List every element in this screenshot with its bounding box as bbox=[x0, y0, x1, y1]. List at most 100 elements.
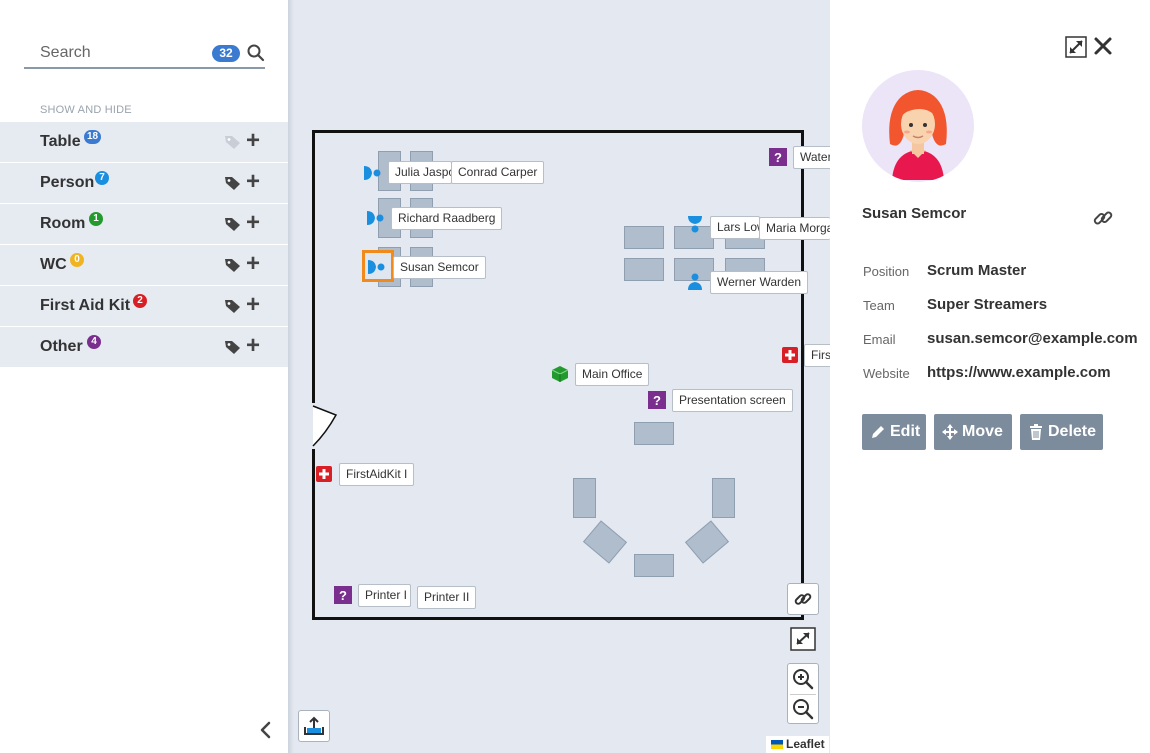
map-label[interactable]: Werner Warden bbox=[710, 271, 809, 294]
category-label: Other bbox=[40, 338, 83, 355]
info-key: Email bbox=[863, 332, 896, 347]
tags-icon[interactable] bbox=[224, 298, 242, 314]
svg-text:?: ? bbox=[339, 588, 347, 603]
category-label: Table bbox=[40, 133, 81, 150]
tags-icon[interactable] bbox=[224, 175, 242, 191]
table-shape[interactable] bbox=[634, 422, 674, 445]
info-key: Position bbox=[863, 264, 910, 279]
category-row-wc[interactable]: WC 0 + bbox=[0, 245, 288, 286]
table-shape[interactable] bbox=[712, 478, 735, 518]
zoom-control bbox=[787, 663, 819, 724]
map-label[interactable]: FirstAidKit I bbox=[339, 463, 415, 486]
move-button[interactable]: Move bbox=[934, 414, 1012, 450]
expand-icon bbox=[790, 627, 816, 651]
info-value: Scrum Master bbox=[927, 262, 1027, 279]
category-row-room[interactable]: Room 1 + bbox=[0, 204, 288, 245]
close-icon[interactable] bbox=[1091, 34, 1115, 58]
first-aid-kit-icon[interactable] bbox=[781, 346, 799, 364]
add-table-button[interactable]: + bbox=[246, 129, 264, 153]
copy-link-button[interactable] bbox=[787, 583, 819, 615]
category-row-table[interactable]: Table 18 + bbox=[0, 122, 288, 163]
website-link[interactable]: https://www.example.com bbox=[927, 364, 1111, 381]
map-label[interactable]: Julia Jaspo bbox=[388, 161, 452, 184]
add-room-button[interactable]: + bbox=[246, 211, 264, 235]
tag-icon[interactable] bbox=[224, 134, 242, 150]
map-label[interactable]: Conrad Carper bbox=[451, 161, 545, 184]
delete-button[interactable]: Delete bbox=[1020, 414, 1103, 450]
map-label[interactable]: Printer II bbox=[417, 586, 477, 609]
door-shape bbox=[312, 403, 338, 449]
search-icon[interactable] bbox=[246, 43, 266, 63]
expand-panel-icon[interactable] bbox=[1065, 36, 1087, 58]
room-cube-icon[interactable] bbox=[551, 365, 569, 383]
add-person-button[interactable]: + bbox=[246, 170, 264, 194]
info-row-team: Team Super Streamers bbox=[862, 296, 1150, 316]
leaflet-attribution[interactable]: Leaflet bbox=[766, 736, 829, 753]
category-label: Room bbox=[40, 215, 86, 232]
info-value: Super Streamers bbox=[927, 296, 1048, 313]
info-row-email: Email susan.semcor@example.com bbox=[862, 330, 1150, 350]
add-wc-button[interactable]: + bbox=[246, 252, 264, 276]
move-label: Move bbox=[962, 423, 1003, 440]
sidebar: 32 SHOW AND HIDE Table 18 + Person 7 + R… bbox=[0, 0, 288, 753]
category-label: First Aid Kit bbox=[40, 297, 131, 314]
map-label[interactable]: Water bbox=[793, 146, 830, 169]
map-label[interactable]: Richard Raadberg bbox=[391, 207, 503, 230]
trash-icon bbox=[1030, 424, 1042, 440]
add-other-button[interactable]: + bbox=[246, 334, 264, 358]
floor-map[interactable]: ? ? ? ? Julia Jaspo Conrad Carper Richar… bbox=[288, 0, 830, 753]
category-count-badge: 0 bbox=[70, 253, 84, 267]
tags-icon[interactable] bbox=[224, 216, 242, 232]
category-row-other[interactable]: Other 4 + bbox=[0, 327, 288, 368]
tags-icon[interactable] bbox=[224, 257, 242, 273]
map-label[interactable]: Lars Low bbox=[710, 216, 760, 239]
edit-button[interactable]: Edit bbox=[862, 414, 926, 450]
fullscreen-button[interactable] bbox=[787, 625, 819, 653]
table-shape[interactable] bbox=[634, 554, 674, 577]
map-label[interactable]: Susan Semcor bbox=[393, 256, 486, 279]
category-count-badge: 18 bbox=[84, 130, 102, 144]
category-row-first-aid-kit[interactable]: First Aid Kit 2 + bbox=[0, 286, 288, 327]
map-label[interactable]: Printer I bbox=[358, 584, 411, 607]
person-marker-icon[interactable] bbox=[686, 273, 704, 291]
tags-icon[interactable] bbox=[224, 339, 242, 355]
map-label[interactable]: First bbox=[804, 344, 830, 367]
map-label[interactable]: Presentation screen bbox=[672, 389, 793, 412]
first-aid-kit-icon[interactable] bbox=[315, 465, 333, 483]
ukraine-flag-icon bbox=[771, 740, 783, 749]
link-icon bbox=[794, 593, 812, 605]
map-label[interactable]: Main Office bbox=[575, 363, 650, 386]
category-count-badge: 1 bbox=[89, 212, 103, 226]
zoom-in-icon[interactable] bbox=[788, 664, 818, 694]
table-shape[interactable] bbox=[573, 478, 596, 518]
search-result-count: 32 bbox=[212, 45, 240, 62]
category-list: Table 18 + Person 7 + Room 1 + WC 0 + Fi… bbox=[0, 122, 288, 368]
export-button[interactable] bbox=[298, 710, 330, 742]
add-first-aid-kit-button[interactable]: + bbox=[246, 293, 264, 317]
upload-tray-icon bbox=[304, 716, 324, 735]
category-row-person[interactable]: Person 7 + bbox=[0, 163, 288, 204]
permalink-icon[interactable] bbox=[1092, 207, 1114, 229]
person-marker-icon[interactable] bbox=[367, 258, 385, 276]
question-marker-icon[interactable]: ? bbox=[769, 148, 787, 166]
question-marker-icon[interactable]: ? bbox=[648, 391, 666, 409]
map-label[interactable]: Maria Morga bbox=[759, 217, 830, 240]
info-key: Team bbox=[863, 298, 895, 313]
person-marker-icon[interactable] bbox=[363, 164, 381, 182]
email-link[interactable]: susan.semcor@example.com bbox=[927, 330, 1138, 347]
search-input[interactable] bbox=[24, 42, 204, 64]
edit-label: Edit bbox=[890, 423, 921, 440]
category-count-badge: 2 bbox=[133, 294, 147, 308]
search-box: 32 bbox=[24, 38, 265, 69]
zoom-out-icon[interactable] bbox=[788, 694, 818, 724]
question-marker-icon[interactable]: ? bbox=[334, 586, 352, 604]
table-shape[interactable] bbox=[624, 258, 664, 281]
collapse-sidebar-icon[interactable] bbox=[256, 718, 276, 742]
table-shape[interactable] bbox=[624, 226, 664, 249]
person-marker-icon[interactable] bbox=[366, 209, 384, 227]
person-marker-icon[interactable] bbox=[686, 215, 704, 233]
info-row-website: Website https://www.example.com bbox=[862, 364, 1150, 384]
detail-panel: Susan Semcor Position Scrum Master Team … bbox=[830, 0, 1150, 753]
person-name: Susan Semcor bbox=[862, 205, 967, 222]
avatar bbox=[862, 70, 974, 182]
